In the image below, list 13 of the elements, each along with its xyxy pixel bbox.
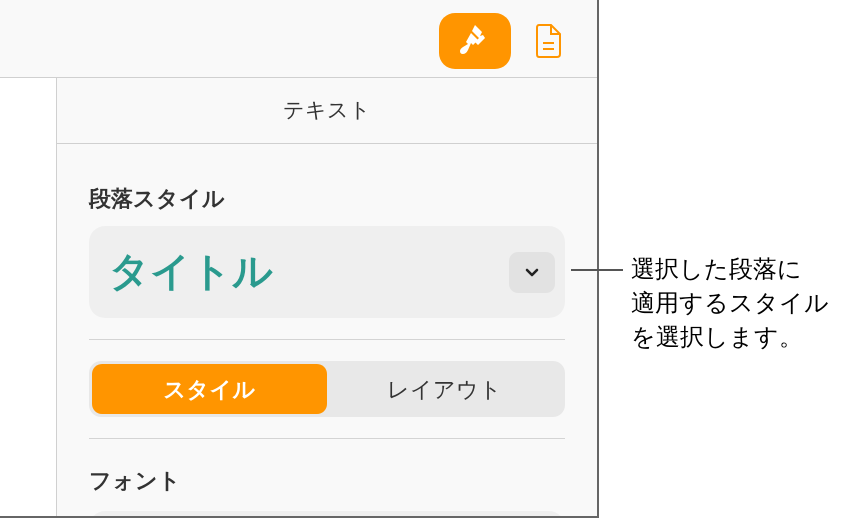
tab[interactable]: スタイル: [92, 364, 327, 414]
tab[interactable]: レイアウト: [327, 364, 562, 414]
chevron-down-icon: [525, 268, 539, 276]
section-label: フォント: [89, 468, 181, 493]
paragraph-style-dropdown[interactable]: タイトル: [89, 226, 565, 318]
section-label: 段落スタイル: [89, 186, 225, 211]
leader-line: [571, 269, 623, 271]
document-icon: [535, 22, 563, 58]
sidebar-title: テキスト: [283, 98, 371, 124]
format-button[interactable]: [439, 12, 511, 68]
chevron-button[interactable]: [509, 252, 555, 292]
callout-text: 選択した段落に 適用するスタイル を選択します。: [631, 255, 829, 353]
dropdown-value: タイトル: [109, 249, 273, 296]
